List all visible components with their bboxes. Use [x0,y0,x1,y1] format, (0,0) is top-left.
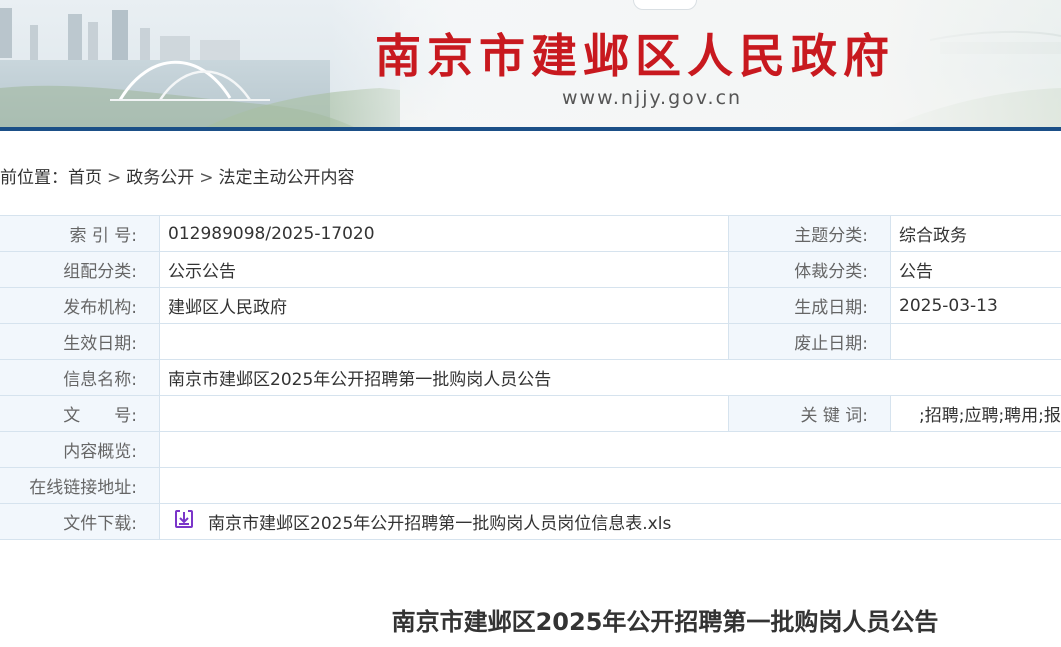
breadcrumb: 前位置：首页 > 政务公开 > 法定主动公开内容 [0,163,355,188]
abolished-date-value [890,323,1061,360]
info-name-label: 信息名称: [0,359,160,396]
keywords-value: ;招聘;应聘;聘用;报 [890,395,1061,432]
table-row: 文件下载: 南京市建邺区2025年公开招聘第一批购岗人员岗位信息表.xls [0,503,1061,540]
topic-category-value: 综合政务 [890,215,1061,252]
site-banner: 南京市建邺区人民政府 www.njjy.gov.cn [0,0,1061,130]
publisher-value: 建邺区人民政府 [159,287,729,324]
online-link-value [159,467,1061,504]
file-download-cell: 南京市建邺区2025年公开招聘第一批购岗人员岗位信息表.xls [159,503,1061,540]
document-number-label: 文 号: [0,395,160,432]
created-date-value: 2025-03-13 [890,287,1061,324]
breadcrumb-separator: > [199,168,214,188]
site-title: 南京市建邺区人民政府 [375,29,895,83]
info-metadata-table: 索 引 号: 012989098/2025-17020 主题分类: 综合政务 组… [0,215,1061,540]
organization-category-value: 公示公告 [159,251,729,288]
breadcrumb-separator: > [107,168,122,188]
index-number-label: 索 引 号: [0,215,160,252]
index-number-value: 012989098/2025-17020 [159,215,729,252]
breadcrumb-prefix: 前位置： [0,168,68,188]
publisher-label: 发布机构: [0,287,160,324]
organization-category-label: 组配分类: [0,251,160,288]
breadcrumb-gov-affairs-link[interactable]: 政务公开 [126,168,194,188]
content-summary-value [159,431,1061,468]
info-name-value: 南京市建邺区2025年公开招聘第一批购岗人员公告 [159,359,1061,396]
table-row: 信息名称: 南京市建邺区2025年公开招聘第一批购岗人员公告 [0,359,1061,396]
breadcrumb-home-link[interactable]: 首页 [68,168,102,188]
online-link-label: 在线链接地址: [0,467,160,504]
banner-top-tab [633,0,697,10]
download-file-link[interactable]: 南京市建邺区2025年公开招聘第一批购岗人员岗位信息表.xls [208,514,671,534]
download-icon[interactable] [174,509,194,534]
table-row: 组配分类: 公示公告 体裁分类: 公告 [0,251,1061,288]
site-url: www.njjy.gov.cn [562,87,743,109]
abolished-date-label: 废止日期: [728,323,891,360]
banner-divider [0,127,1061,131]
table-row: 内容概览: [0,431,1061,468]
document-number-value [159,395,729,432]
genre-category-label: 体裁分类: [728,251,891,288]
table-row: 生效日期: 废止日期: [0,323,1061,360]
genre-category-value: 公告 [890,251,1061,288]
effective-date-label: 生效日期: [0,323,160,360]
topic-category-label: 主题分类: [728,215,891,252]
keywords-label: 关 键 词: [728,395,891,432]
table-row: 索 引 号: 012989098/2025-17020 主题分类: 综合政务 [0,215,1061,252]
table-row: 发布机构: 建邺区人民政府 生成日期: 2025-03-13 [0,287,1061,324]
breadcrumb-statutory-link[interactable]: 法定主动公开内容 [219,168,355,188]
table-row: 文 号: 关 键 词: ;招聘;应聘;聘用;报 [0,395,1061,432]
effective-date-value [159,323,729,360]
table-row: 在线链接地址: [0,467,1061,504]
content-summary-label: 内容概览: [0,431,160,468]
created-date-label: 生成日期: [728,287,891,324]
article-title: 南京市建邺区2025年公开招聘第一批购岗人员公告 [391,608,939,636]
file-download-label: 文件下载: [0,503,160,540]
